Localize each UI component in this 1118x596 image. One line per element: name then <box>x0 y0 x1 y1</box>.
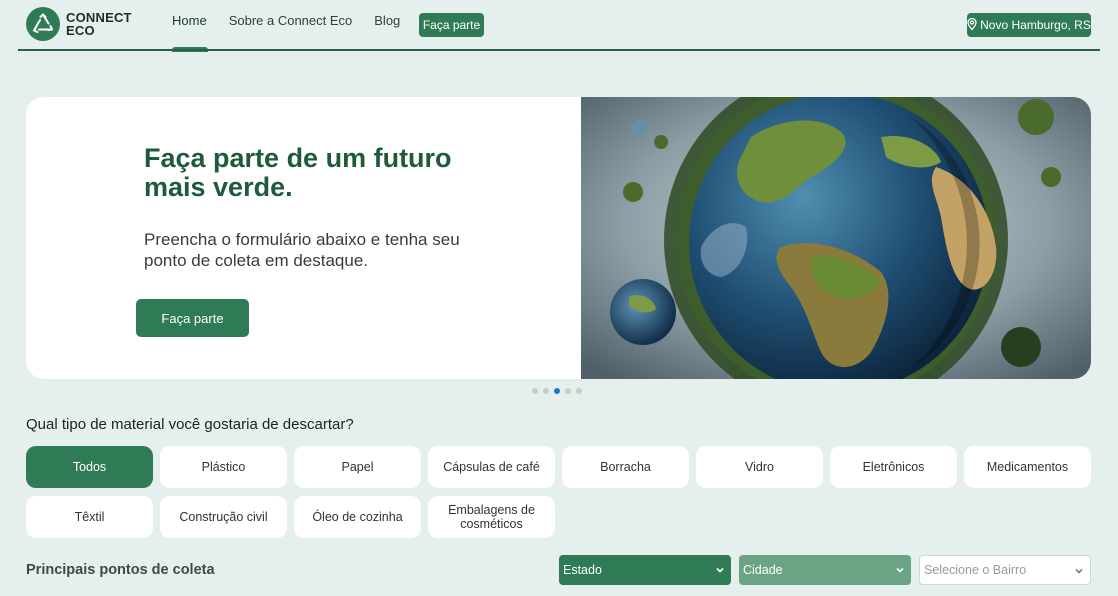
hero-subtitle: Preencha o formulário abaixo e tenha seu… <box>144 230 460 270</box>
estado-select[interactable]: Estado <box>559 555 731 585</box>
cidade-select-value: Cidade <box>743 563 783 577</box>
main-nav: Home Sobre a Connect Eco Blog <box>172 13 400 28</box>
filter-plastico[interactable]: Plástico <box>160 446 287 488</box>
nav-blog-link[interactable]: Blog <box>374 13 400 28</box>
filter-textil[interactable]: Têxtil <box>26 496 153 538</box>
recycle-icon <box>26 7 60 41</box>
earth-globe-image <box>581 97 1091 379</box>
filter-construcao-civil[interactable]: Construção civil <box>160 496 287 538</box>
chevron-down-icon <box>895 564 905 578</box>
carousel-dot[interactable] <box>565 388 571 394</box>
carousel-indicators <box>532 388 582 394</box>
material-question: Qual tipo de material você gostaria de d… <box>26 416 354 433</box>
nav-sobre-link[interactable]: Sobre a Connect Eco <box>229 13 353 28</box>
header-divider <box>18 49 1100 51</box>
brand-line-2: ECO <box>66 23 95 38</box>
filter-eletronicos[interactable]: Eletrônicos <box>830 446 957 488</box>
bairro-select-placeholder: Selecione o Bairro <box>924 563 1027 577</box>
filter-borracha[interactable]: Borracha <box>562 446 689 488</box>
filter-capsulas-de-cafe[interactable]: Cápsulas de café <box>428 446 555 488</box>
brand-name: CONNECT ECO <box>66 11 136 37</box>
nav-join-button[interactable]: Faça parte <box>419 13 484 37</box>
hero-banner: Faça parte de um futuro mais verde. Pree… <box>26 97 1091 379</box>
bairro-select[interactable]: Selecione o Bairro <box>919 555 1091 585</box>
cidade-select[interactable]: Cidade <box>739 555 911 585</box>
collection-points-title: Principais pontos de coleta <box>26 562 215 578</box>
filter-vidro[interactable]: Vidro <box>696 446 823 488</box>
carousel-dot-active[interactable] <box>554 388 560 394</box>
estado-select-value: Estado <box>563 563 602 577</box>
hero-join-button[interactable]: Faça parte <box>136 299 249 337</box>
map-pin-icon <box>967 17 977 33</box>
filter-papel[interactable]: Papel <box>294 446 421 488</box>
brand-logo[interactable]: CONNECT ECO <box>26 7 136 41</box>
hero-title: Faça parte de um futuro mais verde. <box>144 143 452 202</box>
filter-embalagens-de-cosmeticos[interactable]: Embalagens de cosméticos <box>428 496 555 538</box>
location-label: Novo Hamburgo, RS <box>980 18 1091 32</box>
filter-oleo-de-cozinha[interactable]: Óleo de cozinha <box>294 496 421 538</box>
filter-todos[interactable]: Todos <box>26 446 153 488</box>
carousel-dot[interactable] <box>532 388 538 394</box>
nav-home-link[interactable]: Home <box>172 13 207 28</box>
top-navbar: CONNECT ECO Home Sobre a Connect Eco Blo… <box>0 0 1118 52</box>
carousel-dot[interactable] <box>576 388 582 394</box>
carousel-dot[interactable] <box>543 388 549 394</box>
chevron-down-icon <box>715 564 725 578</box>
filter-medicamentos[interactable]: Medicamentos <box>964 446 1091 488</box>
location-button[interactable]: Novo Hamburgo, RS <box>967 13 1091 37</box>
chevron-down-icon <box>1074 565 1084 579</box>
